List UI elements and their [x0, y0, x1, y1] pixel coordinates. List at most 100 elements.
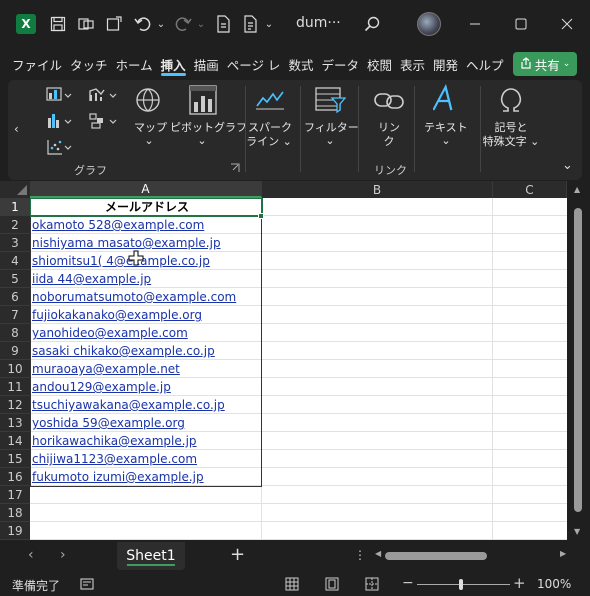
share-button[interactable]: 共有 ⌄ [513, 52, 577, 76]
avatar[interactable] [417, 12, 441, 36]
zoom-level[interactable]: 100% [537, 577, 571, 591]
email-cell[interactable]: fukumoto izumi@example.jp [30, 468, 262, 486]
touch-mode-icon[interactable] [76, 14, 96, 34]
tab-data[interactable]: データ [317, 50, 363, 78]
ribbon-scroll-left-icon[interactable]: ‹ [14, 122, 26, 136]
accessibility-icon[interactable] [80, 577, 94, 594]
normal-view-icon[interactable] [285, 577, 299, 594]
recommended-charts-icon[interactable] [46, 86, 74, 104]
line-chart-icon[interactable] [88, 86, 120, 104]
tab-formulas[interactable]: 数式 [284, 50, 317, 78]
email-cell[interactable]: andou129@example.jp [30, 378, 262, 396]
sparkline-label-1[interactable]: スパーク [248, 121, 292, 135]
email-cell[interactable]: yoshida 59@example.org [30, 414, 262, 432]
row-header[interactable]: 18 [0, 504, 30, 522]
sheet-tab-sheet1[interactable]: Sheet1 [117, 542, 185, 570]
sparkline-label-2[interactable]: ライン ⌄ [244, 135, 294, 149]
zoom-slider-thumb[interactable] [459, 579, 463, 590]
scroll-up-icon[interactable]: ▲ [574, 185, 580, 194]
next-sheet-icon[interactable]: › [60, 547, 66, 563]
column-header-a[interactable]: A [30, 181, 262, 198]
row-header[interactable]: 12 [0, 396, 30, 414]
bar-chart-icon[interactable] [46, 112, 74, 130]
scroll-left-icon[interactable]: ◀ [375, 549, 381, 558]
undo-dropdown-icon[interactable]: ⌄ [155, 14, 167, 34]
column-header-b[interactable]: B [262, 181, 493, 198]
tab-page-layout[interactable]: ページ レ [223, 50, 285, 78]
email-cell[interactable]: horikawachika@example.jp [30, 432, 262, 450]
undo-icon[interactable] [132, 14, 154, 34]
zoom-in-icon[interactable]: + [513, 574, 526, 592]
link-label-1[interactable]: リン [376, 121, 402, 135]
redo-dropdown-icon[interactable]: ⌄ [195, 14, 207, 34]
row-header[interactable]: 14 [0, 432, 30, 450]
customize-qat-icon[interactable]: ⌄ [263, 14, 275, 34]
scroll-right-icon[interactable]: ▶ [560, 549, 566, 558]
row-header[interactable]: 16 [0, 468, 30, 486]
text-label[interactable]: テキスト [424, 121, 468, 135]
hierarchy-chart-icon[interactable] [88, 112, 120, 130]
map-label[interactable]: マップ [134, 121, 167, 135]
row-header[interactable]: 15 [0, 450, 30, 468]
collapse-ribbon-icon[interactable]: ⌄ [562, 158, 573, 173]
email-cell[interactable]: tsuchiyawakana@example.co.jp [30, 396, 262, 414]
row-header[interactable]: 7 [0, 306, 30, 324]
dialog-launcher-icon[interactable] [230, 163, 240, 173]
tab-draw[interactable]: 描画 [190, 50, 223, 78]
email-cell[interactable]: noborumatsumoto@example.com [30, 288, 262, 306]
row-header[interactable]: 5 [0, 270, 30, 288]
email-cell[interactable]: nishiyama masato@example.jp [30, 234, 262, 252]
link-label-2[interactable]: ク [376, 135, 402, 149]
form-icon[interactable] [104, 14, 124, 34]
more-options-icon[interactable]: ⋮ [354, 548, 366, 562]
pivot-chart-icon[interactable] [188, 84, 218, 116]
add-sheet-icon[interactable]: + [230, 544, 245, 565]
tab-home[interactable]: ホーム [112, 50, 157, 78]
scatter-chart-icon[interactable] [46, 138, 74, 156]
maximize-icon[interactable] [511, 14, 531, 34]
text-icon[interactable] [433, 84, 459, 114]
email-cell[interactable]: chijiwa1123@example.com [30, 450, 262, 468]
file-icon[interactable] [213, 14, 233, 34]
row-header[interactable]: 19 [0, 522, 30, 540]
fill-handle[interactable] [258, 213, 264, 219]
sparkline-icon[interactable] [255, 88, 285, 110]
redo-icon[interactable] [172, 14, 194, 34]
email-cell[interactable]: shiomitsu1( 4@example.co.jp [30, 252, 262, 270]
row-header[interactable]: 4 [0, 252, 30, 270]
vertical-scroll-thumb[interactable] [574, 208, 582, 512]
email-cell[interactable]: fujiokakanako@example.org [30, 306, 262, 324]
tab-file[interactable]: ファイル [8, 50, 66, 78]
zoom-out-icon[interactable]: − [402, 575, 414, 591]
tab-review[interactable]: 校閲 [363, 50, 396, 78]
symbol-label-1[interactable]: 記号と [492, 121, 530, 135]
file-icon-2[interactable] [240, 14, 260, 34]
row-header[interactable]: 17 [0, 486, 30, 504]
email-cell[interactable]: muraoaya@example.net [30, 360, 262, 378]
symbol-label-2[interactable]: 特殊文字 ⌄ [480, 135, 542, 149]
tab-touch[interactable]: タッチ [66, 50, 112, 78]
row-header[interactable]: 13 [0, 414, 30, 432]
save-icon[interactable] [48, 14, 68, 34]
tab-insert[interactable]: 挿入 [157, 50, 190, 78]
tab-developer[interactable]: 開発 [429, 50, 462, 78]
row-header[interactable]: 1 [0, 198, 30, 216]
tab-help[interactable]: ヘルプ [462, 50, 508, 78]
link-icon[interactable] [373, 90, 405, 112]
row-header[interactable]: 2 [0, 216, 30, 234]
select-all-corner[interactable] [0, 181, 30, 198]
row-header[interactable]: 11 [0, 378, 30, 396]
text-chevron-down-icon[interactable]: ⌄ [437, 134, 455, 148]
page-break-view-icon[interactable] [365, 577, 379, 594]
email-cell[interactable]: iida 44@example.jp [30, 270, 262, 288]
row-header[interactable]: 3 [0, 234, 30, 252]
search-icon[interactable] [362, 14, 382, 34]
row-header[interactable]: 8 [0, 324, 30, 342]
email-cell[interactable]: yanohideo@example.com [30, 324, 262, 342]
minimize-icon[interactable] [465, 14, 485, 34]
scroll-down-icon[interactable]: ▼ [574, 527, 580, 536]
horizontal-scroll-thumb[interactable] [385, 552, 487, 560]
row-header[interactable]: 6 [0, 288, 30, 306]
map-chevron-down-icon[interactable]: ⌄ [140, 134, 158, 148]
pivot-chart-chevron-down-icon[interactable]: ⌄ [193, 134, 211, 148]
